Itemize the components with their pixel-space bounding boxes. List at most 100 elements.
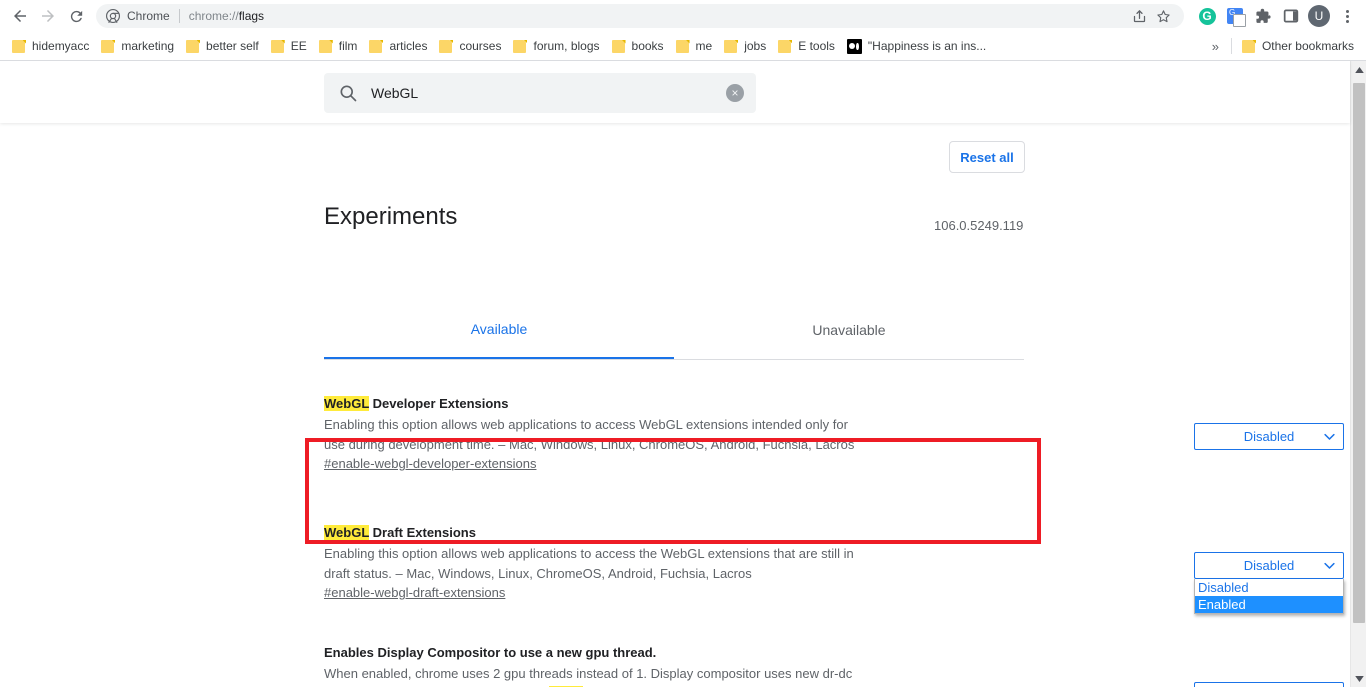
scroll-up-arrow-icon[interactable] bbox=[1351, 61, 1366, 78]
chrome-menu-icon[interactable] bbox=[1334, 3, 1360, 29]
experiment-select[interactable]: Disabled bbox=[1194, 423, 1344, 450]
bookmark-star-icon[interactable] bbox=[1152, 5, 1174, 27]
page-scrollbar[interactable] bbox=[1350, 61, 1366, 687]
translate-letter: G bbox=[1229, 8, 1235, 17]
folder-icon bbox=[186, 40, 200, 53]
experiment-row: WebGL Draft Extensions Enabling this opt… bbox=[324, 514, 1024, 614]
search-match-highlight: WebGL bbox=[324, 525, 369, 540]
bookmarks-divider bbox=[1231, 38, 1232, 54]
experiment-description: When enabled, chrome uses 2 gpu threads … bbox=[324, 664, 872, 687]
folder-icon bbox=[513, 40, 527, 53]
side-panel-glyph bbox=[1283, 8, 1299, 24]
forward-button[interactable] bbox=[34, 2, 62, 30]
bookmark-film[interactable]: film bbox=[313, 36, 364, 56]
bookmark-ee[interactable]: EE bbox=[265, 36, 313, 56]
bookmark-label: "Happiness is an ins... bbox=[868, 39, 986, 53]
medium-icon bbox=[847, 39, 862, 54]
bookmark-forum-blogs[interactable]: forum, blogs bbox=[507, 36, 605, 56]
experiment-description-part1: When enabled, chrome uses 2 gpu threads … bbox=[324, 666, 852, 687]
bookmark-articles[interactable]: articles bbox=[363, 36, 433, 56]
extensions-puzzle-icon[interactable] bbox=[1250, 3, 1276, 29]
profile-avatar[interactable]: U bbox=[1306, 3, 1332, 29]
flags-page: × Reset all Experiments 106.0.5249.119 A… bbox=[0, 61, 1350, 687]
experiment-name: Enables Display Compositor to use a new … bbox=[324, 643, 872, 663]
bookmark-label: EE bbox=[291, 39, 307, 53]
experiment-select[interactable]: Disabled bbox=[1194, 552, 1344, 579]
scrollbar-thumb[interactable] bbox=[1353, 83, 1365, 623]
clear-search-icon[interactable]: × bbox=[726, 84, 744, 102]
bookmark-books[interactable]: books bbox=[606, 36, 670, 56]
omnibox-url-scheme: chrome:// bbox=[189, 9, 239, 23]
omnibox-app-label: Chrome bbox=[127, 9, 170, 23]
reload-icon bbox=[68, 8, 85, 25]
grammarly-extension-icon[interactable]: G bbox=[1194, 3, 1220, 29]
bookmark-label: courses bbox=[459, 39, 501, 53]
folder-icon bbox=[101, 40, 115, 53]
other-bookmarks-label: Other bookmarks bbox=[1262, 39, 1354, 53]
bookmark-e-tools[interactable]: E tools bbox=[772, 36, 841, 56]
translate-glyph: G bbox=[1227, 8, 1243, 24]
tab-unavailable[interactable]: Unavailable bbox=[674, 313, 1024, 359]
folder-icon bbox=[369, 40, 383, 53]
address-bar[interactable]: Chrome chrome://flags bbox=[96, 4, 1184, 28]
bookmarks-overflow-button[interactable]: » bbox=[1204, 37, 1227, 56]
browser-toolbar: Chrome chrome://flags G G bbox=[0, 0, 1366, 32]
bookmark-jobs[interactable]: jobs bbox=[718, 36, 772, 56]
folder-icon bbox=[271, 40, 285, 53]
experiment-row: WebGL Developer Extensions Enabling this… bbox=[324, 385, 1024, 485]
bookmark-label: better self bbox=[206, 39, 259, 53]
bookmark-label: film bbox=[339, 39, 358, 53]
search-flags-container[interactable]: × bbox=[324, 73, 756, 113]
other-bookmarks-button[interactable]: Other bookmarks bbox=[1236, 36, 1360, 56]
folder-icon bbox=[319, 40, 333, 53]
experiment-name: WebGL Draft Extensions bbox=[324, 523, 872, 543]
experiment-name-rest: Draft Extensions bbox=[369, 525, 476, 540]
folder-icon bbox=[612, 40, 626, 53]
experiment-row: Enables Display Compositor to use a new … bbox=[324, 634, 1024, 687]
experiment-select[interactable]: Default bbox=[1194, 682, 1344, 687]
experiment-select-wrapper: Disabled bbox=[1194, 423, 1344, 450]
three-dots-glyph bbox=[1346, 10, 1349, 23]
chevron-down-icon bbox=[1324, 428, 1335, 443]
select-option-enabled[interactable]: Enabled bbox=[1195, 596, 1343, 613]
experiment-description: Enabling this option allows web applicat… bbox=[324, 544, 872, 583]
folder-icon bbox=[1242, 40, 1256, 53]
bookmark-me[interactable]: me bbox=[670, 36, 719, 56]
bookmark-label: books bbox=[632, 39, 664, 53]
puzzle-glyph bbox=[1255, 8, 1272, 25]
side-panel-icon[interactable] bbox=[1278, 3, 1304, 29]
flags-tabs: Available Unavailable bbox=[324, 313, 1024, 360]
experiment-name-rest: Enables Display Compositor to use a new … bbox=[324, 645, 656, 660]
search-icon bbox=[338, 83, 358, 103]
bookmark-label: marketing bbox=[121, 39, 174, 53]
bookmark-label: jobs bbox=[744, 39, 766, 53]
experiments-list: WebGL Developer Extensions Enabling this… bbox=[324, 385, 1024, 687]
reset-all-button[interactable]: Reset all bbox=[949, 141, 1025, 173]
flags-header: × Reset all bbox=[0, 61, 1350, 123]
google-translate-extension-icon[interactable]: G bbox=[1222, 3, 1248, 29]
bookmark-happiness-quote[interactable]: "Happiness is an ins... bbox=[841, 36, 992, 57]
experiment-select-value: Disabled bbox=[1244, 558, 1295, 573]
experiment-description: Enabling this option allows web applicat… bbox=[324, 415, 872, 454]
select-option-disabled[interactable]: Disabled bbox=[1195, 579, 1343, 596]
experiment-select-dropdown[interactable]: Disabled Enabled bbox=[1194, 579, 1344, 614]
reload-button[interactable] bbox=[62, 2, 90, 30]
avatar-initial: U bbox=[1308, 5, 1330, 27]
omnibox-url-path: flags bbox=[239, 9, 264, 23]
back-button[interactable] bbox=[6, 2, 34, 30]
search-input[interactable] bbox=[371, 85, 726, 101]
bookmark-marketing[interactable]: marketing bbox=[95, 36, 180, 56]
share-icon[interactable] bbox=[1128, 5, 1150, 27]
experiment-flag-anchor[interactable]: #enable-webgl-developer-extensions bbox=[324, 456, 536, 471]
bookmark-label: forum, blogs bbox=[533, 39, 599, 53]
chrome-logo-icon bbox=[106, 9, 120, 23]
scroll-down-arrow-icon[interactable] bbox=[1351, 670, 1366, 687]
back-arrow-icon bbox=[11, 7, 29, 25]
bookmark-hidemyacc[interactable]: hidemyacc bbox=[6, 36, 95, 56]
bookmark-better-self[interactable]: better self bbox=[180, 36, 265, 56]
experiment-text: Enables Display Compositor to use a new … bbox=[324, 643, 872, 687]
experiment-select-wrapper: Default bbox=[1194, 682, 1344, 687]
bookmark-courses[interactable]: courses bbox=[433, 36, 507, 56]
tab-available[interactable]: Available bbox=[324, 313, 674, 359]
experiment-flag-anchor[interactable]: #enable-webgl-draft-extensions bbox=[324, 585, 505, 600]
